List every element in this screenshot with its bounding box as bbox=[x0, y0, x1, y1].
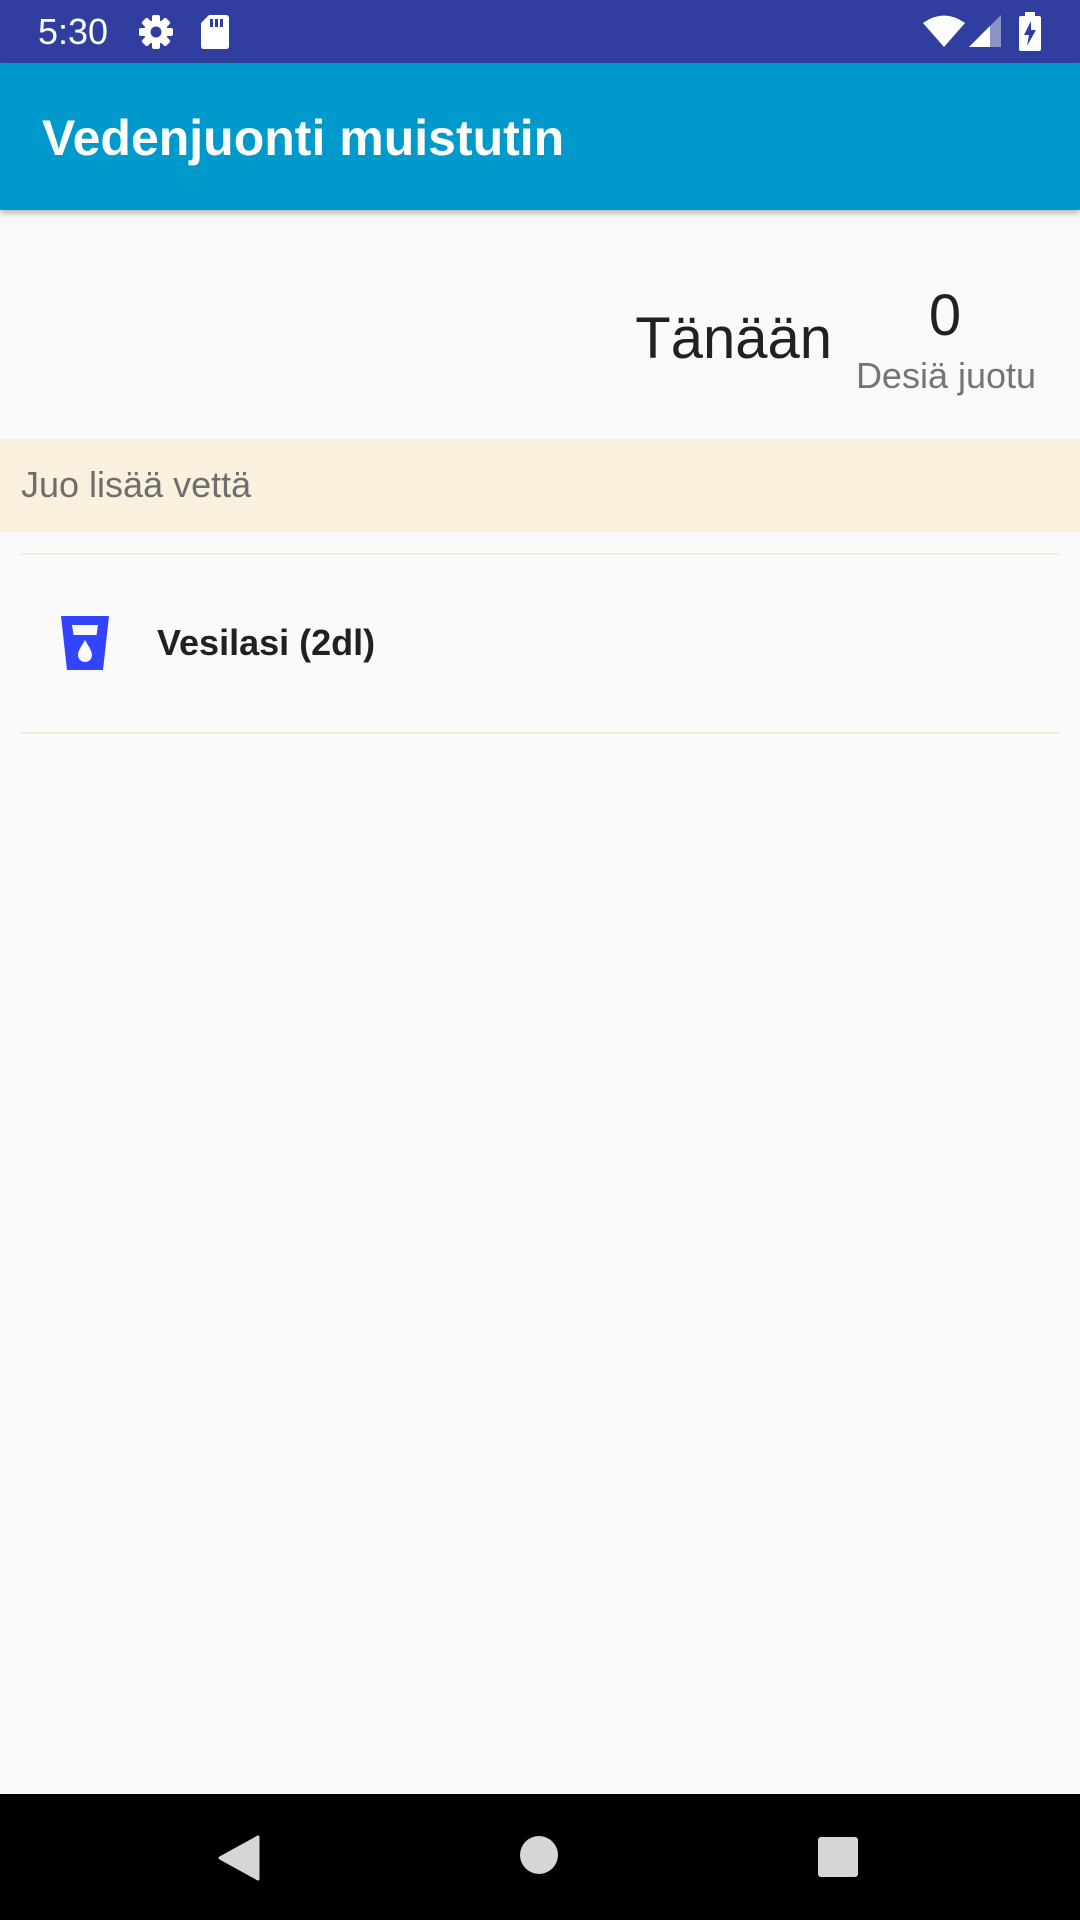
app-bar: Vedenjuonti muistutin bbox=[0, 63, 1080, 210]
list-divider-top bbox=[21, 553, 1059, 555]
sd-card-icon bbox=[200, 14, 230, 55]
back-icon[interactable] bbox=[218, 1835, 260, 1886]
today-count: 0 bbox=[928, 283, 962, 348]
signal-icon bbox=[968, 14, 1002, 53]
home-icon[interactable] bbox=[520, 1836, 558, 1879]
today-label: Tänään bbox=[635, 306, 832, 371]
reminder-text: Juo lisää vettä bbox=[21, 464, 252, 505]
drink-label: Vesilasi (2dl) bbox=[157, 622, 376, 663]
wifi-icon bbox=[922, 14, 966, 53]
settings-icon bbox=[138, 14, 174, 55]
status-bar: 5:30 bbox=[0, 0, 1080, 63]
today-unit-label: Desiä juotu bbox=[855, 355, 1037, 396]
app-title: Vedenjuonti muistutin bbox=[42, 110, 565, 166]
reminder-banner: Juo lisää vettä bbox=[0, 439, 1080, 532]
list-divider-bottom bbox=[21, 732, 1059, 734]
status-time: 5:30 bbox=[38, 11, 109, 52]
drink-item-water-glass[interactable]: Vesilasi (2dl) bbox=[21, 556, 1059, 732]
battery-charging-icon bbox=[1018, 12, 1042, 57]
water-glass-icon bbox=[59, 614, 111, 672]
recents-icon[interactable] bbox=[818, 1837, 858, 1882]
navigation-bar bbox=[0, 1794, 1080, 1920]
